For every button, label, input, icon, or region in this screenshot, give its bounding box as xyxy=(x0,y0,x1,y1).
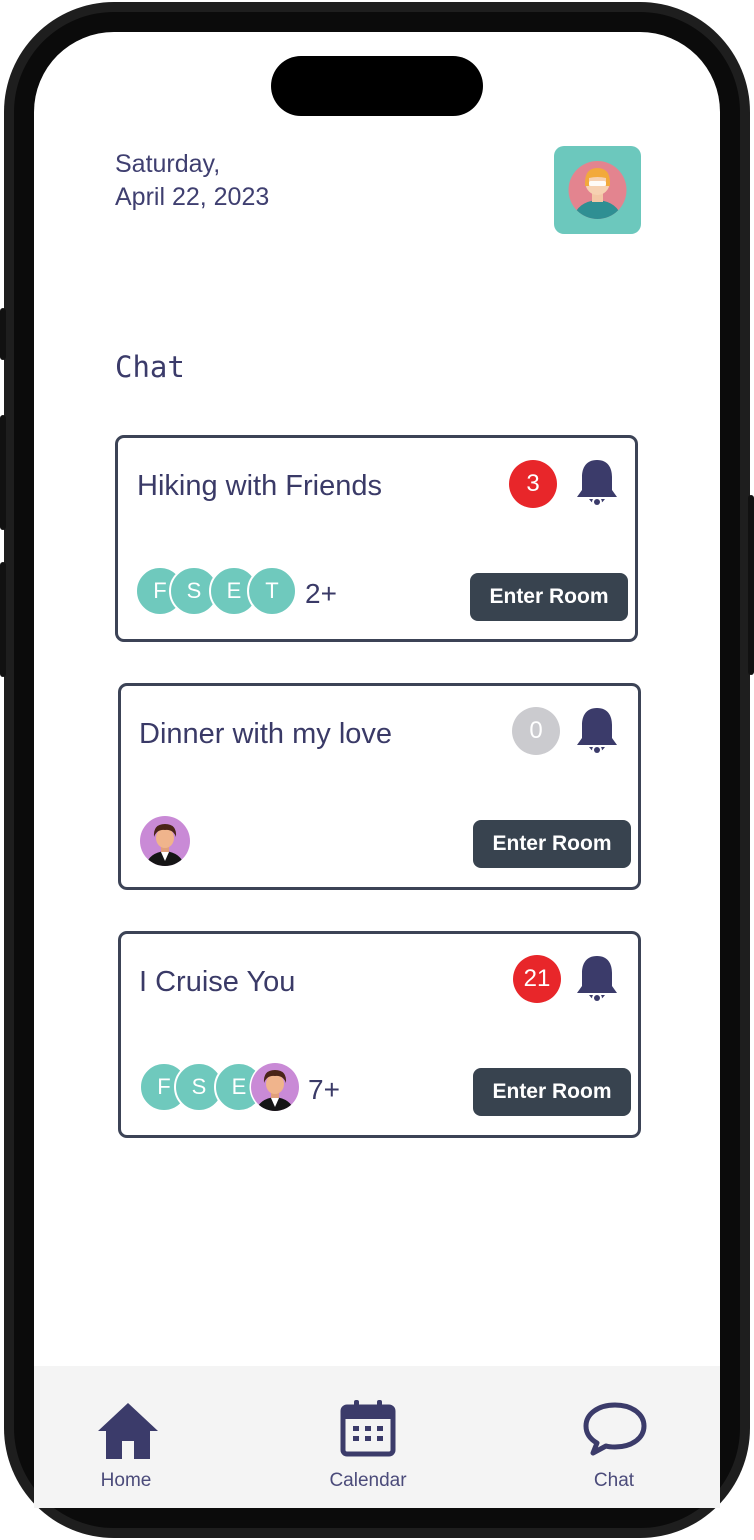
enter-room-button[interactable]: Enter Room xyxy=(473,1068,631,1116)
room-title: Dinner with my love xyxy=(139,718,393,750)
enter-room-button[interactable]: Enter Room xyxy=(473,820,631,868)
power-button xyxy=(748,495,754,675)
day-label: Saturday, xyxy=(115,150,221,178)
chat-room-card: I Cruise You 21 F S E 7+ Enter Room xyxy=(118,931,641,1138)
dynamic-island xyxy=(271,56,483,116)
room-title: Hiking with Friends xyxy=(137,470,382,502)
chat-icon xyxy=(583,1402,647,1456)
unread-badge: 21 xyxy=(513,955,561,1003)
tab-label: Calendar xyxy=(329,1470,407,1491)
section-title: Chat xyxy=(115,350,185,384)
member-avatar: T xyxy=(247,566,297,616)
tab-home[interactable]: Home xyxy=(80,1395,172,1495)
more-members-count: 2+ xyxy=(305,578,337,609)
tab-chat[interactable]: Chat xyxy=(574,1395,654,1495)
member-photo-avatar xyxy=(249,1061,301,1113)
calendar-icon xyxy=(340,1400,396,1457)
profile-avatar-icon xyxy=(568,161,627,219)
volume-up-button xyxy=(0,415,6,530)
unread-badge: 0 xyxy=(512,707,560,755)
tab-label: Home xyxy=(100,1470,152,1491)
member-photo-avatar xyxy=(140,816,190,866)
mute-switch xyxy=(0,308,6,360)
chat-room-card: Dinner with my love 0 Enter Room xyxy=(118,683,641,890)
chat-room-card: Hiking with Friends 3 F S E T 2+ Enter R… xyxy=(115,435,638,642)
more-members-count: 7+ xyxy=(308,1074,340,1105)
tab-calendar[interactable]: Calendar xyxy=(318,1395,418,1495)
bell-icon[interactable] xyxy=(575,458,619,508)
profile-button[interactable] xyxy=(554,146,641,234)
tab-label: Chat xyxy=(593,1470,635,1491)
room-title: I Cruise You xyxy=(139,966,296,998)
volume-down-button xyxy=(0,562,6,677)
unread-badge: 3 xyxy=(509,460,557,508)
home-icon xyxy=(98,1403,158,1459)
bell-icon[interactable] xyxy=(575,706,619,756)
bell-icon[interactable] xyxy=(575,954,619,1004)
date-label: April 22, 2023 xyxy=(115,183,270,211)
enter-room-button[interactable]: Enter Room xyxy=(470,573,628,621)
